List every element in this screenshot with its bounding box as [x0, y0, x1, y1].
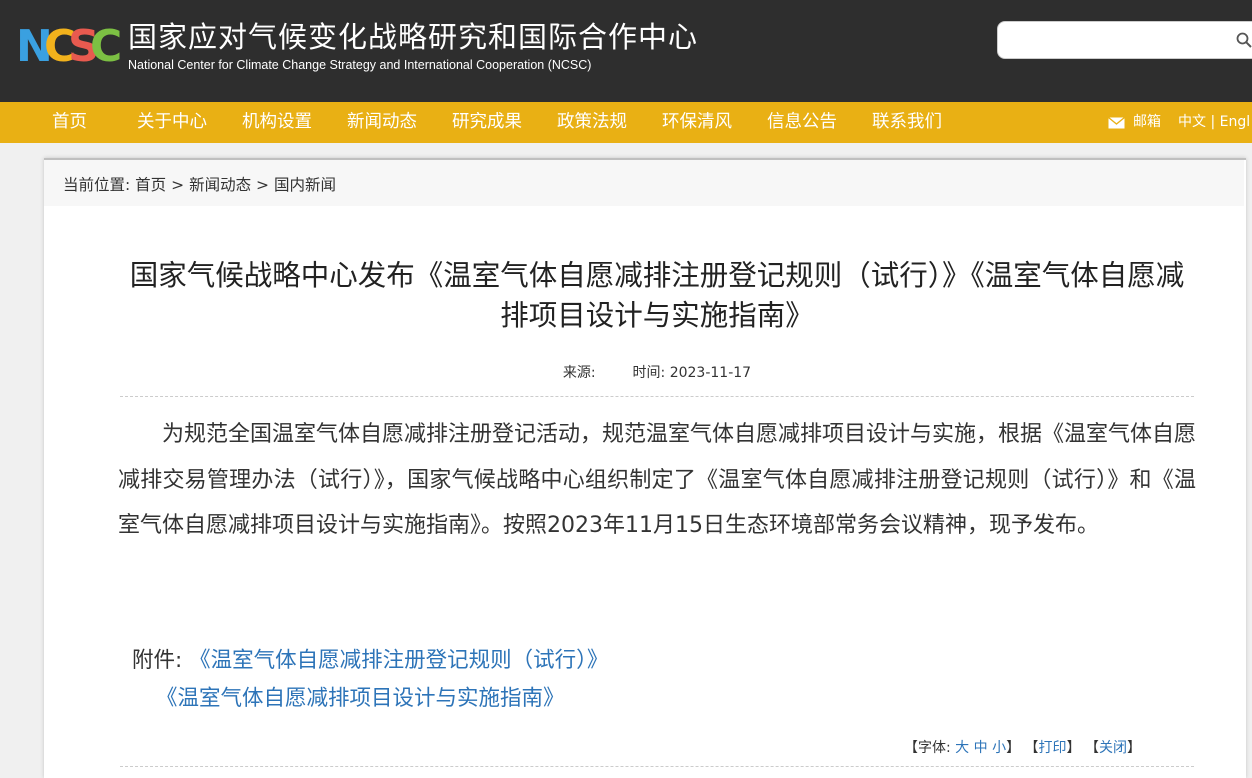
- article-body: 为规范全国温室气体自愿减排注册登记活动，规范温室气体自愿减排项目设计与实施，根据…: [118, 422, 1197, 538]
- nav-item-research[interactable]: 研究成果: [452, 102, 522, 143]
- font-size-large-button[interactable]: 大: [955, 740, 969, 756]
- org-name-chinese: 国家应对气候变化战略研究和国际合作中心: [128, 20, 699, 54]
- close-bracket-close: 】: [1126, 740, 1141, 756]
- print-bracket-open: 【: [1024, 740, 1039, 756]
- divider-bottom: [120, 766, 1194, 767]
- mail-link[interactable]: 邮箱: [1108, 102, 1161, 143]
- breadcrumb-news[interactable]: 新闻动态: [189, 176, 251, 194]
- font-size-small-button[interactable]: 小: [992, 740, 1006, 756]
- close-bracket-open: 【: [1084, 740, 1099, 756]
- breadcrumb-separator: >: [171, 176, 185, 194]
- language-switch[interactable]: 中文 | Engl: [1178, 102, 1250, 143]
- nav-item-contact[interactable]: 联系我们: [872, 102, 942, 143]
- print-bracket-close: 】: [1066, 740, 1081, 756]
- main-nav: 首页 关于中心 机构设置 新闻动态 研究成果 政策法规 环保清风 信息公告 联系…: [0, 102, 1252, 143]
- font-size-medium-button[interactable]: 中: [974, 740, 988, 756]
- attachment-link-design-guide[interactable]: 《温室气体自愿减排项目设计与实施指南》: [156, 686, 565, 711]
- breadcrumb-prefix: 当前位置:: [63, 176, 131, 194]
- search-box: [997, 21, 1252, 59]
- mail-label: 邮箱: [1133, 114, 1161, 130]
- breadcrumb: 当前位置: 首页 > 新闻动态 > 国内新闻: [63, 173, 336, 195]
- nav-item-home[interactable]: 首页: [52, 102, 87, 143]
- breadcrumb-separator: >: [256, 176, 270, 194]
- source-label: 来源:: [562, 365, 596, 381]
- content-panel: 当前位置: 首页 > 新闻动态 > 国内新闻 国家气候战略中心发布《温室气体自愿…: [44, 158, 1246, 778]
- logo-mark: N C S C: [16, 22, 122, 72]
- time-value: 2023-11-17: [669, 365, 752, 381]
- org-names: 国家应对气候变化战略研究和国际合作中心 National Center for …: [128, 20, 698, 74]
- search-icon[interactable]: [1236, 32, 1252, 48]
- close-button[interactable]: 关闭: [1099, 740, 1127, 756]
- logo-letter-c2: C: [90, 21, 123, 72]
- nav-item-announcements[interactable]: 信息公告: [767, 102, 837, 143]
- article-meta: 来源: 时间: 2023-11-17: [120, 362, 1194, 382]
- nav-item-about[interactable]: 关于中心: [137, 102, 207, 143]
- attachment-label: 附件:: [132, 648, 183, 673]
- attachments-second-row: 《温室气体自愿减排项目设计与实施指南》: [156, 680, 565, 718]
- nav-item-organization[interactable]: 机构设置: [242, 102, 312, 143]
- font-size-label: 【字体:: [904, 740, 951, 756]
- ncsc-logo[interactable]: N C S C: [16, 22, 122, 72]
- print-button[interactable]: 打印: [1039, 740, 1067, 756]
- article-title: 国家气候战略中心发布《温室气体自愿减排注册登记规则（试行）》《温室气体自愿减排项…: [129, 259, 1185, 332]
- breadcrumb-home[interactable]: 首页: [135, 176, 166, 194]
- attachments: 附件: 《温室气体自愿减排注册登记规则（试行）》: [132, 642, 608, 680]
- mail-icon: [1108, 116, 1125, 128]
- search-input[interactable]: [1008, 28, 1218, 52]
- nav-item-news[interactable]: 新闻动态: [347, 102, 417, 143]
- article-tools: 【字体: 大 中 小】 【打印】 【关闭】: [904, 737, 1141, 757]
- divider: [120, 396, 1194, 397]
- font-size-bracket: 】: [1006, 740, 1021, 756]
- time-label: 时间:: [632, 365, 666, 381]
- attachment-link-registration-rules[interactable]: 《温室气体自愿减排注册登记规则（试行）》: [189, 648, 608, 673]
- site-header: N C S C 国家应对气候变化战略研究和国际合作中心 National Cen…: [0, 0, 1252, 102]
- breadcrumb-domestic-news[interactable]: 国内新闻: [274, 176, 336, 194]
- org-name-english: National Center for Climate Change Strat…: [128, 58, 592, 72]
- breadcrumb-bar: 当前位置: 首页 > 新闻动态 > 国内新闻: [44, 160, 1244, 206]
- nav-item-policy[interactable]: 政策法规: [557, 102, 627, 143]
- nav-item-integrity[interactable]: 环保清风: [662, 102, 732, 143]
